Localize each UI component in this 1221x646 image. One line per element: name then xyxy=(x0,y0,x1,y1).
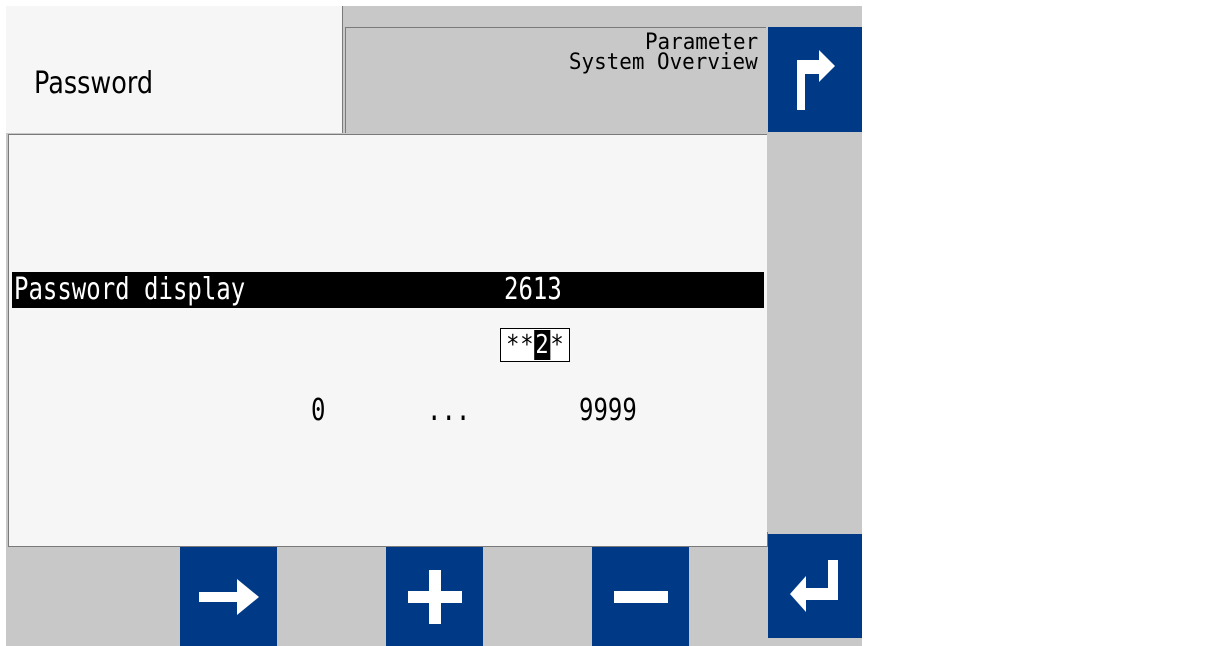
password-input-field[interactable]: **2* xyxy=(500,328,570,362)
side-button-bar xyxy=(767,134,862,532)
parameter-label: Password display xyxy=(14,272,246,307)
range-max: 9999 xyxy=(579,393,637,428)
increment-button[interactable] xyxy=(386,547,483,646)
password-mask-prefix: ** xyxy=(505,330,535,360)
edit-cursor-digit: 2 xyxy=(534,330,551,360)
decrement-button[interactable] xyxy=(592,547,689,646)
password-mask-suffix: * xyxy=(550,330,565,360)
enter-button[interactable] xyxy=(768,534,862,638)
range-min: 0 xyxy=(311,393,326,428)
parameter-value: 2613 xyxy=(504,272,562,307)
page-title-area: Password xyxy=(6,6,343,133)
return-up-arrow-icon xyxy=(795,49,835,110)
range-separator: ... xyxy=(427,393,471,428)
selected-parameter-row[interactable]: Password display 2613 xyxy=(12,272,764,308)
enter-icon xyxy=(788,556,842,616)
page-title: Password xyxy=(34,66,154,101)
breadcrumb: Parameter System Overview xyxy=(345,27,766,133)
minus-icon xyxy=(612,590,670,604)
device-screen: Password Parameter System Overview Passw… xyxy=(0,0,1221,646)
plus-icon xyxy=(406,568,464,626)
next-digit-button[interactable] xyxy=(180,547,277,646)
parameter-content: Password display 2613 **2* 0 ... 9999 xyxy=(8,134,768,547)
right-arrow-icon xyxy=(197,575,261,619)
password-input-value: **2* xyxy=(505,330,565,360)
breadcrumb-current: System Overview xyxy=(569,50,758,75)
back-button[interactable] xyxy=(768,27,862,132)
